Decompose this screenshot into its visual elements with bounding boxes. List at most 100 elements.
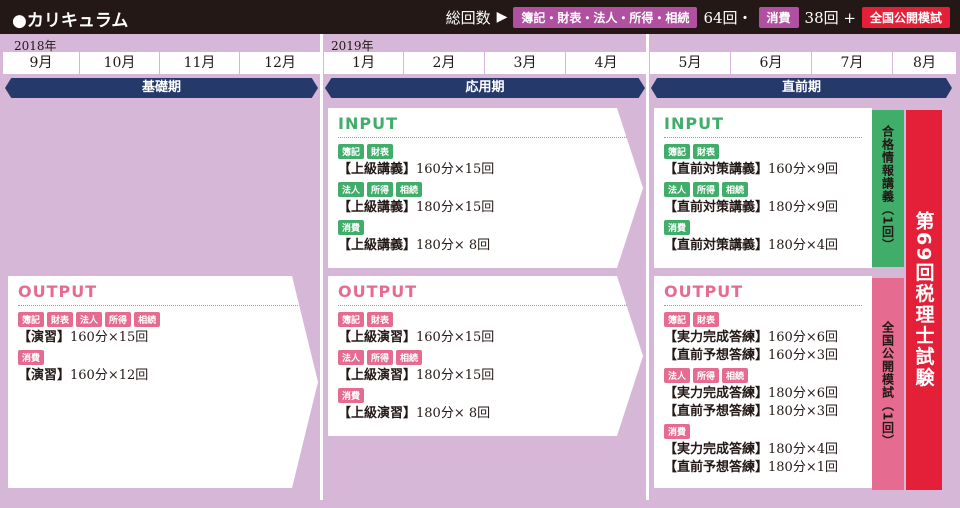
- session-line: 【上級演習】160分×15回: [338, 330, 495, 345]
- arrow-right-icon: ▶: [496, 9, 508, 25]
- session-line: 【直前対策講義】180分×4回: [664, 238, 838, 253]
- mock-exam-tag: 全国公開模試: [861, 6, 950, 28]
- subject-tag: 簿記: [664, 144, 691, 159]
- subject-tags: 簿記 財表 法人 所得 相続: [18, 312, 308, 327]
- curriculum-chart: ●カリキュラム 総回数 ▶ 簿記・財表・法人・所得・相続 64回・ 消費 38回…: [0, 0, 960, 508]
- session-line: 【実力完成答練】160分×6回: [664, 330, 838, 345]
- subject-tag: 簿記: [18, 312, 44, 327]
- subject-tags: 消費: [18, 350, 308, 365]
- column-divider: [320, 34, 323, 508]
- month-cell: 11月: [160, 52, 240, 74]
- exam-label: 第69回税理士試験: [912, 211, 935, 389]
- subject-tag: 簿記: [338, 144, 364, 159]
- session-line: 【直前対策講義】160分×9回: [664, 162, 838, 177]
- pass-info-lecture-bar: 合格情報講義（1回）: [872, 110, 904, 267]
- national-mock-bar: 全国公開模試（1回）: [872, 278, 904, 490]
- pass-info-lecture-label: 合格情報講義（1回）: [880, 125, 895, 252]
- dotted-divider: [338, 305, 633, 306]
- session-line: 【演習】160分×12回: [18, 368, 149, 383]
- basic-output-card: OUTPUT 簿記 財表 法人 所得 相続 【演習】160分×15回 消費 【演…: [8, 276, 318, 488]
- final-input-card: INPUT 簿記 財表 【直前対策講義】160分×9回 法人 所得 相続 【直前…: [654, 108, 872, 268]
- month-cell: 12月: [240, 52, 321, 74]
- column-divider: [646, 34, 649, 508]
- subjects-tag: 簿記・財表・法人・所得・相続: [513, 6, 698, 28]
- subject-tag: 相続: [722, 182, 749, 197]
- subject-tag: 消費: [664, 424, 691, 439]
- subject-tag: 簿記: [338, 312, 364, 327]
- subject-tag: 消費: [664, 220, 691, 235]
- month-cell: 1月: [324, 52, 404, 74]
- subject-tags: 消費: [664, 424, 862, 439]
- subject-tag: 財表: [47, 312, 73, 327]
- subject-tag: 財表: [367, 144, 393, 159]
- subject-tag: 財表: [693, 144, 720, 159]
- subject-tag: 相続: [396, 182, 422, 197]
- subject-tag: 相続: [134, 312, 160, 327]
- consumption-count: 38回 +: [804, 8, 856, 27]
- dotted-divider: [18, 305, 308, 306]
- subject-tags: 簿記 財表: [338, 312, 633, 327]
- applied-input-card: INPUT 簿記 財表 【上級講義】160分×15回 法人 所得 相続 【上級講…: [328, 108, 643, 268]
- subject-tags: 消費: [664, 220, 862, 235]
- input-heading: INPUT: [664, 114, 724, 133]
- month-cell: 5月: [650, 52, 731, 74]
- session-line: 【直前予想答練】180分×1回: [664, 460, 838, 475]
- month-cell: 9月: [3, 52, 80, 74]
- input-heading: INPUT: [338, 114, 398, 133]
- subject-tags: 簿記 財表: [664, 144, 862, 159]
- dotted-divider: [664, 137, 862, 138]
- session-line: 【実力完成答練】180分×6回: [664, 386, 838, 401]
- applied-output-card: OUTPUT 簿記 財表 【上級演習】160分×15回 法人 所得 相続 【上級…: [328, 276, 643, 436]
- month-cell: 3月: [485, 52, 566, 74]
- dotted-divider: [664, 305, 862, 306]
- month-cell: 7月: [812, 52, 893, 74]
- subject-tag: 消費: [18, 350, 44, 365]
- subject-tags: 消費: [338, 220, 633, 235]
- subject-tag: 所得: [105, 312, 131, 327]
- output-heading: OUTPUT: [338, 282, 418, 301]
- national-mock-label: 全国公開模試（1回）: [880, 320, 895, 448]
- session-line: 【上級講義】180分×15回: [338, 200, 495, 215]
- subject-tag: 法人: [664, 368, 691, 383]
- subject-tag: 所得: [693, 368, 720, 383]
- month-cell: 8月: [893, 52, 957, 74]
- session-line: 【直前予想答練】180分×3回: [664, 404, 838, 419]
- bottom-strip: [0, 500, 960, 508]
- session-line: 【直前予想答練】160分×3回: [664, 348, 838, 363]
- session-line: 【上級演習】180分×15回: [338, 368, 495, 383]
- subject-tag: 法人: [338, 182, 364, 197]
- month-cell: 2月: [404, 52, 485, 74]
- subject-tag: 所得: [367, 182, 393, 197]
- subject-tag: 所得: [693, 182, 720, 197]
- consumption-tag: 消費: [758, 6, 799, 28]
- subject-tag: 財表: [367, 312, 393, 327]
- subject-tag: 相続: [722, 368, 749, 383]
- subject-tags: 法人 所得 相続: [338, 350, 633, 365]
- session-line: 【上級講義】180分× 8回: [338, 238, 491, 253]
- session-line: 【上級演習】180分× 8回: [338, 406, 491, 421]
- output-heading: OUTPUT: [664, 282, 744, 301]
- month-cell: 4月: [566, 52, 647, 74]
- subject-tags: 簿記 財表: [338, 144, 633, 159]
- header-bar: ●カリキュラム 総回数 ▶ 簿記・財表・法人・所得・相続 64回・ 消費 38回…: [0, 0, 960, 34]
- exam-bar: 第69回税理士試験: [906, 110, 942, 490]
- subject-tag: 財表: [693, 312, 720, 327]
- final-output-card: OUTPUT 簿記 財表 【実力完成答練】160分×6回 【直前予想答練】160…: [654, 276, 872, 488]
- month-cell: 10月: [80, 52, 160, 74]
- session-line: 【上級講義】160分×15回: [338, 162, 495, 177]
- subject-tags: 法人 所得 相続: [338, 182, 633, 197]
- phase-basic: 基礎期: [5, 78, 318, 98]
- subject-tag: 所得: [367, 350, 393, 365]
- session-line: 【実力完成答練】180分×4回: [664, 442, 838, 457]
- subject-tag: 法人: [664, 182, 691, 197]
- subject-tag: 法人: [338, 350, 364, 365]
- total-label: 総回数: [445, 8, 491, 27]
- session-line: 【直前対策講義】180分×9回: [664, 200, 838, 215]
- subject-tags: 簿記 財表: [664, 312, 862, 327]
- summary-line: 総回数 ▶ 簿記・財表・法人・所得・相続 64回・ 消費 38回 + 全国公開模…: [446, 6, 950, 28]
- subject-tag: 相続: [396, 350, 422, 365]
- subject-tags: 法人 所得 相続: [664, 182, 862, 197]
- month-row: 9月 10月 11月 12月 1月 2月 3月 4月 5月 6月 7月 8月: [3, 52, 957, 74]
- phase-final: 直前期: [651, 78, 952, 98]
- phase-applied: 応用期: [325, 78, 645, 98]
